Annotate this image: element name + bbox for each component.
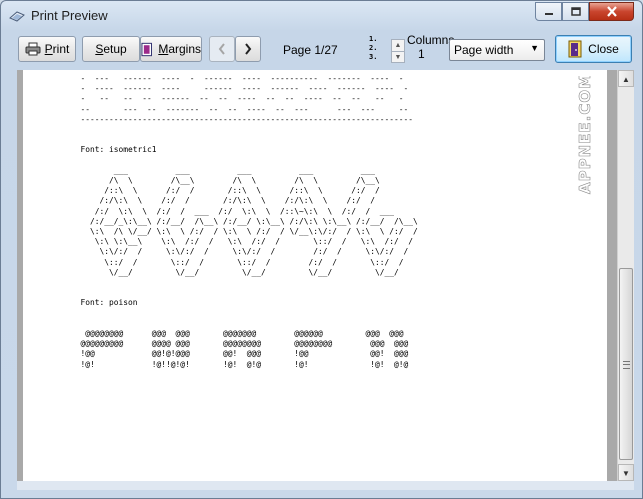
scroll-up-icon[interactable]: ▲ bbox=[618, 70, 634, 87]
printer-preview-icon bbox=[9, 9, 25, 23]
print-preview-window: Print Preview Print Setup Margins Page 1… bbox=[0, 0, 643, 499]
watermark: APPNEE.COM bbox=[576, 76, 595, 194]
status-strip bbox=[17, 481, 634, 490]
margins-icon bbox=[141, 42, 152, 56]
columns-value: 1 bbox=[418, 47, 425, 61]
page-content: - --- ------ ---- - ------ ---- --------… bbox=[80, 74, 418, 369]
columns-label: Columns bbox=[407, 33, 455, 47]
scroll-down-icon[interactable]: ▼ bbox=[618, 464, 634, 481]
page-indicator: Page 1/27 bbox=[283, 43, 338, 57]
close-label: Close bbox=[588, 42, 619, 56]
vertical-scrollbar[interactable]: ▲ ▼ bbox=[617, 70, 634, 481]
title-bar: Print Preview bbox=[1, 1, 642, 31]
window-close-button[interactable] bbox=[589, 2, 634, 21]
print-label: Print bbox=[44, 42, 70, 56]
margins-button[interactable]: Margins bbox=[140, 36, 202, 62]
zoom-selected-value: Page width bbox=[454, 43, 514, 57]
scrollbar-thumb[interactable] bbox=[619, 268, 633, 460]
dropdown-arrow-icon: ▼ bbox=[530, 43, 539, 53]
columns-icon: 1. 2. 3. bbox=[369, 35, 378, 61]
margins-label: Margins bbox=[158, 42, 201, 56]
chevron-left-icon bbox=[218, 43, 225, 55]
columns-spinner[interactable]: ▲ ▼ bbox=[391, 39, 405, 63]
window-title: Print Preview bbox=[31, 8, 108, 23]
close-icon bbox=[606, 6, 617, 17]
setup-label: Setup bbox=[95, 42, 127, 56]
door-exit-icon bbox=[568, 40, 582, 58]
preview-page: - --- ------ ---- - ------ ---- --------… bbox=[23, 70, 607, 481]
minimize-icon bbox=[544, 12, 553, 15]
maximize-button[interactable] bbox=[562, 2, 589, 21]
spin-up-icon[interactable]: ▲ bbox=[392, 40, 404, 51]
toolbar: Print Setup Margins Page 1/27 1. 2. 3. ▲… bbox=[6, 33, 636, 69]
setup-button[interactable]: Setup bbox=[82, 36, 140, 62]
preview-area[interactable]: - --- ------ ---- - ------ ---- --------… bbox=[17, 70, 617, 481]
chevron-right-icon bbox=[245, 43, 252, 55]
grip-icon bbox=[623, 361, 630, 369]
print-button[interactable]: Print bbox=[18, 36, 76, 62]
maximize-icon bbox=[570, 7, 581, 16]
close-button[interactable]: Close bbox=[555, 35, 632, 63]
zoom-select[interactable]: Page width ▼ bbox=[449, 39, 545, 61]
spin-down-icon[interactable]: ▼ bbox=[392, 51, 404, 63]
minimize-button[interactable] bbox=[535, 2, 562, 21]
svg-text:APPNEE.COM: APPNEE.COM bbox=[576, 76, 594, 194]
previous-page-button[interactable] bbox=[209, 36, 235, 62]
next-page-button[interactable] bbox=[235, 36, 261, 62]
printer-icon bbox=[25, 42, 41, 56]
